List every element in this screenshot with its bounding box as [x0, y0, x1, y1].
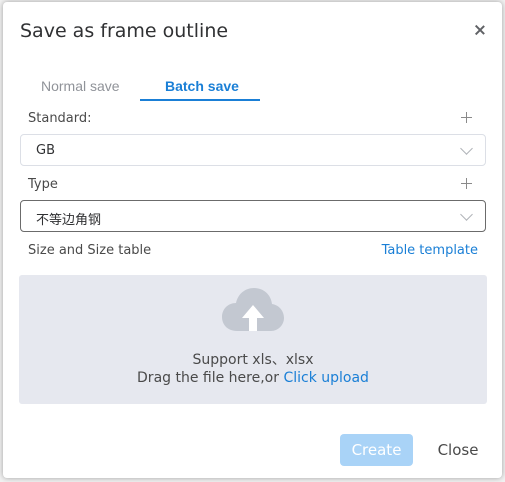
type-label: Type — [28, 177, 58, 192]
type-select[interactable]: 不等边角钢 — [20, 200, 486, 232]
chevron-down-icon — [460, 142, 473, 155]
standard-select-value: GB — [36, 143, 55, 158]
dialog-title: Save as frame outline — [20, 20, 229, 42]
upload-drag-text-row: Drag the file here,or Click upload — [19, 370, 487, 386]
upload-dropzone[interactable]: Support xls、xlsx Drag the file here,or C… — [19, 275, 487, 404]
add-type-plus-icon[interactable] — [461, 178, 472, 189]
tab-normal-save[interactable]: Normal save — [41, 78, 120, 94]
save-frame-outline-dialog: Save as frame outline Normal save Batch … — [3, 2, 502, 478]
cloud-upload-icon — [222, 288, 284, 331]
add-standard-plus-icon[interactable] — [461, 112, 472, 123]
active-tab-indicator — [140, 99, 260, 101]
tab-batch-save[interactable]: Batch save — [165, 78, 239, 94]
standard-select[interactable]: GB — [20, 134, 486, 166]
click-upload-link[interactable]: Click upload — [283, 370, 369, 386]
close-button[interactable]: Close — [430, 434, 486, 466]
close-icon[interactable] — [472, 22, 488, 38]
table-template-link[interactable]: Table template — [382, 243, 478, 258]
create-button[interactable]: Create — [340, 434, 413, 466]
upload-drag-text: Drag the file here,or — [137, 370, 284, 386]
size-table-label: Size and Size table — [28, 243, 152, 258]
upload-support-text: Support xls、xlsx — [192, 352, 314, 368]
chevron-down-icon — [460, 208, 473, 221]
standard-label: Standard: — [28, 111, 92, 126]
type-select-value: 不等边角钢 — [36, 213, 102, 228]
